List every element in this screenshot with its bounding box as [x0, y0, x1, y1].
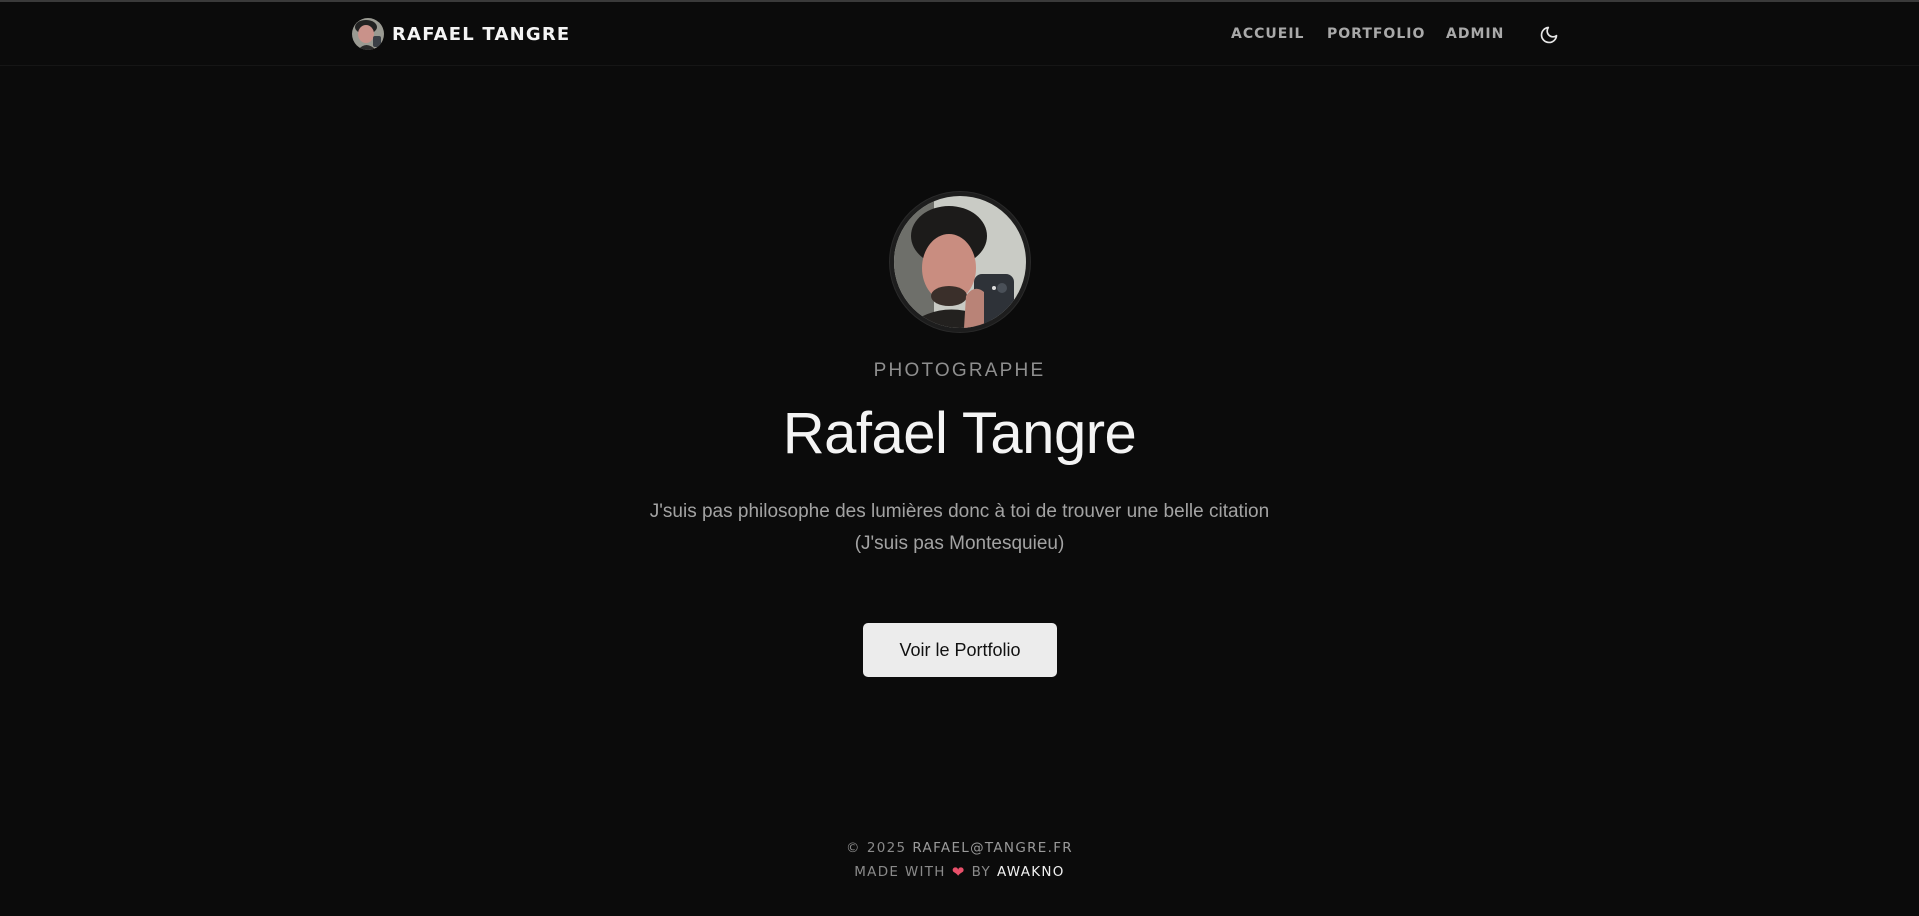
nav-link-portfolio[interactable]: PORTFOLIO — [1327, 26, 1425, 42]
site-footer: © 2025 RAFAEL@TANGRE.FR MADE WITH ❤ BY A… — [0, 836, 1919, 884]
copyright-symbol: © — [846, 840, 861, 856]
footer-credit-line: MADE WITH ❤ BY AWAKNO — [0, 860, 1919, 884]
hero-kicker: PHOTOGRAPHE — [873, 360, 1046, 381]
theme-toggle-button[interactable] — [1537, 23, 1561, 47]
tagline-line-1: J'suis pas philosophe des lumières donc … — [649, 501, 1270, 522]
heart-icon: ❤ — [951, 862, 966, 881]
hero-title: Rafael Tangre — [782, 401, 1137, 466]
hero-tagline: J'suis pas philosophe des lumières donc … — [0, 496, 1919, 560]
footer-year: 2025 — [866, 840, 907, 856]
tagline-line-2: (J'suis pas Montesquieu) — [854, 533, 1065, 554]
footer-credit-link[interactable]: AWAKNO — [997, 864, 1065, 880]
navbar: RAFAEL TANGRE ACCUEIL PORTFOLIO ADMIN — [0, 2, 1919, 66]
brand-name: RAFAEL TANGRE — [392, 23, 571, 45]
brand-avatar — [352, 18, 384, 50]
made-with-text: MADE WITH — [854, 864, 946, 880]
by-text: BY — [971, 864, 992, 880]
view-portfolio-button[interactable]: Voir le Portfolio — [863, 623, 1057, 677]
main-nav: ACCUEIL PORTFOLIO ADMIN — [1200, 2, 1570, 66]
page: RAFAEL TANGRE ACCUEIL PORTFOLIO ADMIN PH… — [0, 0, 1919, 916]
nav-link-admin[interactable]: ADMIN — [1446, 26, 1504, 42]
nav-link-accueil[interactable]: ACCUEIL — [1231, 26, 1304, 42]
moon-icon — [1540, 26, 1558, 44]
profile-photo — [890, 192, 1030, 332]
footer-email-link[interactable]: RAFAEL@TANGRE.FR — [912, 840, 1073, 856]
brand-link[interactable]: RAFAEL TANGRE — [352, 18, 570, 50]
footer-copyright-line: © 2025 RAFAEL@TANGRE.FR — [0, 836, 1919, 860]
